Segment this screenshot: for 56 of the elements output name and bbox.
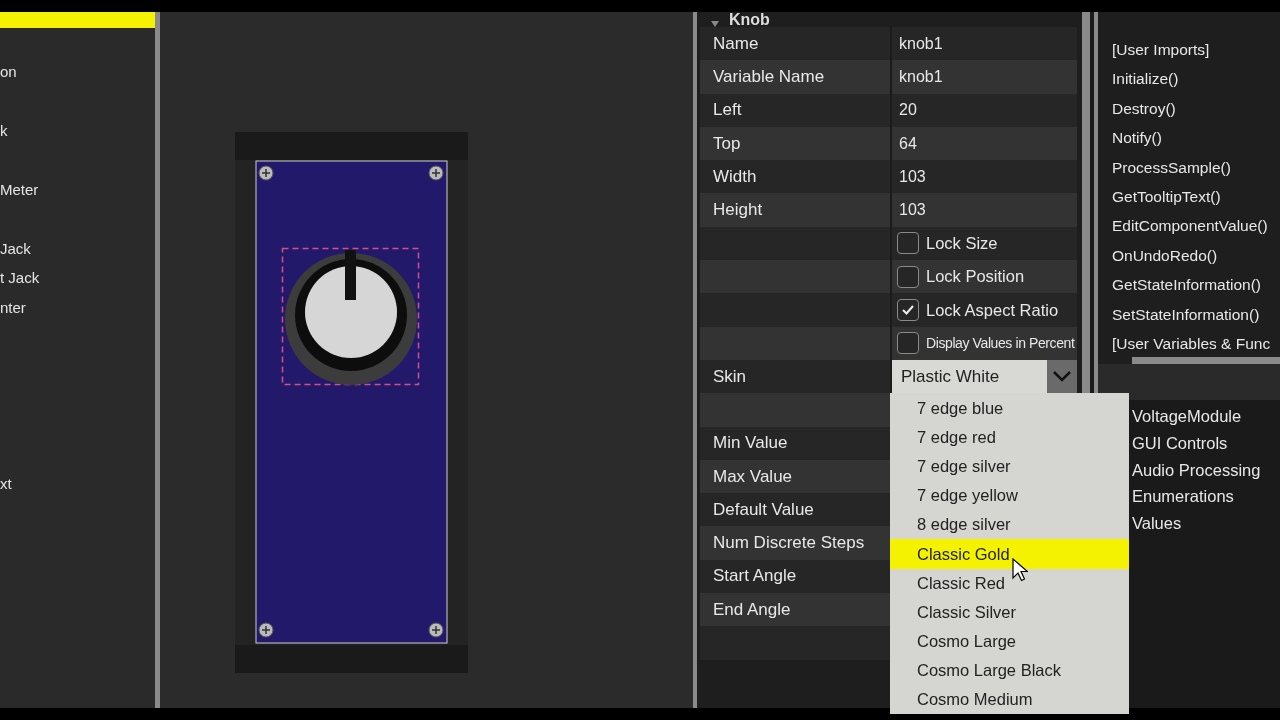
checkbox[interactable] xyxy=(897,265,919,288)
chevron-down-icon xyxy=(1053,371,1071,383)
property-value[interactable]: 103 xyxy=(892,160,1077,194)
checkbox-label: Display Values in Percent xyxy=(926,335,1075,352)
sidebar-item[interactable]: Meter xyxy=(0,174,155,205)
property-value[interactable]: knob1 xyxy=(892,60,1077,94)
code-section-item[interactable]: Initialize() xyxy=(1112,64,1280,94)
code-section-item[interactable]: [User Variables & Func xyxy=(1112,329,1280,359)
tree-item[interactable]: Values xyxy=(1132,510,1280,537)
checkbox-label: Lock Position xyxy=(926,267,1025,287)
code-section-item[interactable]: GetStateInformation() xyxy=(1112,270,1280,300)
sidebar-item[interactable]: k xyxy=(0,116,155,146)
checkbox[interactable] xyxy=(897,332,919,355)
tree-item[interactable]: Audio Processing xyxy=(1132,456,1280,484)
dropdown-option[interactable]: Classic Red xyxy=(890,568,1129,598)
dropdown-option[interactable]: 7 edge blue xyxy=(890,394,1129,424)
sidebar-item[interactable]: Jack xyxy=(0,233,155,264)
triangle-icon[interactable] xyxy=(711,21,719,27)
sidebar-item[interactable]: nter xyxy=(0,292,155,322)
dropdown-option[interactable]: 8 edge silver xyxy=(890,510,1129,540)
code-section-item[interactable]: OnUndoRedo() xyxy=(1112,240,1280,271)
tree-item[interactable]: GUI Controls xyxy=(1132,429,1280,457)
code-section-item[interactable]: SetStateInformation() xyxy=(1112,299,1280,330)
scrollbar[interactable] xyxy=(155,12,160,708)
dropdown-option[interactable]: 7 edge yellow xyxy=(890,481,1129,511)
property-value[interactable]: 20 xyxy=(892,93,1077,127)
dropdown-option[interactable]: Classic Silver xyxy=(890,597,1129,627)
code-section-item[interactable]: EditComponentValue() xyxy=(1112,211,1280,241)
checkbox-label: Lock Size xyxy=(926,233,998,253)
code-section-item[interactable]: GetTooltipText() xyxy=(1112,182,1280,212)
dropdown-option[interactable]: 7 edge silver xyxy=(890,452,1129,482)
checkbox-label: Lock Aspect Ratio xyxy=(926,300,1059,320)
tree-item[interactable]: Enumerations xyxy=(1132,483,1280,511)
code-section-item[interactable]: Notify() xyxy=(1112,123,1280,153)
property-value[interactable]: 64 xyxy=(892,126,1077,161)
section-title: Knob xyxy=(729,13,770,27)
property-value[interactable]: 103 xyxy=(892,193,1077,227)
property-value[interactable]: knob1 xyxy=(892,27,1077,61)
dropdown-option[interactable]: Cosmo Large Black xyxy=(890,655,1129,685)
checkmark-icon xyxy=(902,305,914,315)
dropdown-option[interactable]: Cosmo Large xyxy=(890,626,1129,656)
sidebar-item[interactable]: xt xyxy=(0,468,155,499)
tree-item[interactable]: VoltageModule xyxy=(1132,403,1280,430)
cursor-icon xyxy=(1012,558,1028,582)
code-section-item[interactable]: Destroy() xyxy=(1112,93,1280,124)
checkbox[interactable] xyxy=(897,232,919,255)
sidebar-item[interactable]: t Jack xyxy=(0,263,155,293)
scrollbar[interactable] xyxy=(693,12,697,708)
code-section-item[interactable]: [User Imports] xyxy=(1112,35,1280,65)
dropdown-option[interactable]: Cosmo Medium xyxy=(890,684,1129,715)
code-section-item[interactable]: ProcessSample() xyxy=(1112,152,1280,183)
dropdown-option[interactable]: 7 edge red xyxy=(890,423,1129,453)
dropdown-option[interactable]: Classic Gold xyxy=(890,539,1129,569)
skin-dropdown[interactable]: Plastic White xyxy=(892,359,1077,394)
sidebar-item[interactable]: on xyxy=(0,57,155,87)
checkbox[interactable] xyxy=(897,299,919,321)
